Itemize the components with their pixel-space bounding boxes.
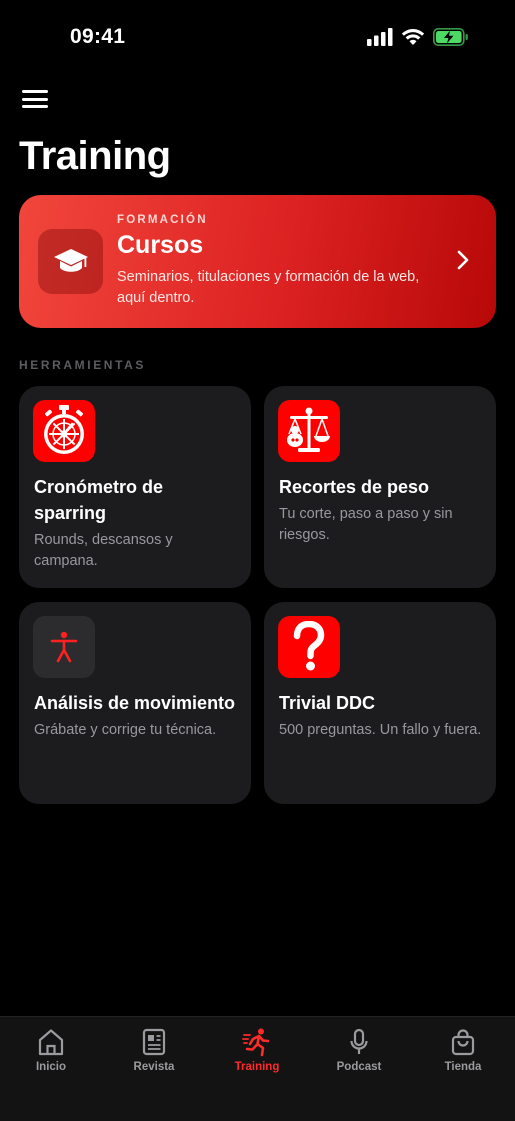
tab-label: Revista <box>133 1061 175 1073</box>
tab-label: Training <box>234 1061 280 1073</box>
figure-icon <box>33 616 95 678</box>
courses-eyebrow: FORMACIÓN <box>117 214 208 226</box>
menu-button[interactable] <box>22 88 48 110</box>
question-mark-icon <box>278 616 340 678</box>
tab-bar: Inicio Revista Training Podcast Tienda <box>0 1016 515 1121</box>
chevron-right-icon <box>457 250 469 270</box>
wifi-icon <box>401 29 425 45</box>
tab-label: Inicio <box>35 1061 67 1073</box>
shopping-bag-icon <box>451 1029 475 1056</box>
tool-card-weight-cut[interactable]: Recortes de peso Tu corte, paso a paso y… <box>264 386 496 588</box>
running-figure-icon <box>242 1028 270 1057</box>
tool-card-sparring-timer[interactable]: Cronómetro de sparring Rounds, descansos… <box>19 386 251 588</box>
status-time: 09:41 <box>70 25 126 48</box>
home-icon <box>38 1029 64 1056</box>
section-label: HERRAMIENTAS <box>19 358 146 372</box>
stopwatch-icon <box>33 400 95 462</box>
tool-title: Recortes de peso <box>279 477 430 497</box>
courses-description: Seminarios, titulaciones y formación de … <box>117 269 420 306</box>
menu-line <box>22 97 48 101</box>
status-bar: 09:41 <box>0 0 515 76</box>
tool-description: Tu corte, paso a paso y sin riesgos. <box>279 506 453 543</box>
signal-icon <box>367 28 393 46</box>
microphone-icon <box>350 1028 368 1054</box>
battery-charging-icon <box>433 28 468 46</box>
tool-title: Cronómetro de sparring <box>34 477 164 523</box>
scale-icon <box>278 400 340 462</box>
tab-training[interactable]: Training <box>212 1027 302 1073</box>
tool-title: Trivial DDC <box>279 693 376 713</box>
tab-label: Podcast <box>336 1061 382 1073</box>
tool-card-movement-analysis[interactable]: Análisis de movimiento Grábate y corrige… <box>19 602 251 804</box>
tab-podcast[interactable]: Podcast <box>314 1027 404 1073</box>
page-title: Training <box>19 134 171 178</box>
tool-description: 500 preguntas. Un fallo y fuera. <box>279 722 482 738</box>
tool-title: Análisis de movimiento <box>34 693 236 713</box>
newspaper-icon <box>142 1028 166 1056</box>
tool-description: Rounds, descansos y campana. <box>34 532 173 569</box>
menu-line <box>22 90 48 93</box>
status-icons <box>367 28 469 46</box>
courses-title: Cursos <box>117 231 204 259</box>
graduation-cap-icon <box>38 229 103 294</box>
tool-description: Grábate y corrige tu técnica. <box>34 722 217 738</box>
tab-inicio[interactable]: Inicio <box>6 1027 96 1073</box>
tool-card-trivia[interactable]: Trivial DDC 500 preguntas. Un fallo y fu… <box>264 602 496 804</box>
tab-revista[interactable]: Revista <box>109 1027 199 1073</box>
tab-label: Tienda <box>444 1061 482 1073</box>
tab-tienda[interactable]: Tienda <box>418 1027 508 1073</box>
menu-line <box>22 105 48 108</box>
courses-card[interactable]: FORMACIÓN Cursos Seminarios, titulacione… <box>19 195 496 328</box>
